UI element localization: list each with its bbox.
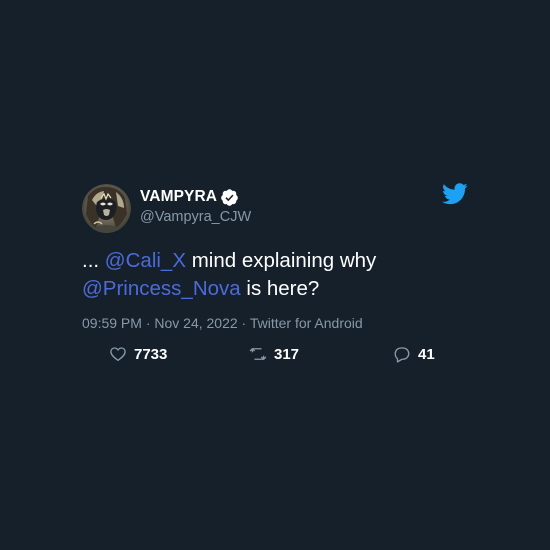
retweet-icon [249,345,267,363]
retweet-count: 317 [274,345,300,363]
twitter-bird-icon[interactable] [442,183,468,205]
retweet-button[interactable]: 317 [249,345,299,363]
avatar[interactable] [82,184,131,233]
tweet-text-prefix: ... [82,249,105,272]
mention-link[interactable]: @Princess_Nova [82,277,241,300]
like-count: 7733 [134,345,168,363]
tweet-actions: 7733 317 41 [82,345,470,369]
mention-link[interactable]: @Cali_X [105,249,186,272]
reply-count: 41 [418,345,435,363]
tweet-header: VAMPYRA @Vampyra_CJW [82,182,470,234]
name-row: VAMPYRA [140,186,251,208]
user-block: VAMPYRA @Vampyra_CJW [140,186,251,225]
heart-icon [109,345,127,363]
verified-badge-icon [220,188,239,207]
display-name[interactable]: VAMPYRA [140,188,217,206]
handle[interactable]: @Vampyra_CJW [140,209,251,225]
reply-button[interactable]: 41 [393,345,435,363]
tweet-text-middle: mind explaining why [186,249,377,272]
tweet-text-suffix: is here? [240,277,320,300]
tweet-text: ... @Cali_X mind explaining why @Princes… [82,247,470,303]
like-button[interactable]: 7733 [109,345,167,363]
reply-bubble-icon [393,345,411,363]
tweet-card: VAMPYRA @Vampyra_CJW ... @Cali_X mind ex… [82,182,470,369]
tweet-meta[interactable]: 09:59 PM · Nov 24, 2022 · Twitter for An… [82,315,470,331]
